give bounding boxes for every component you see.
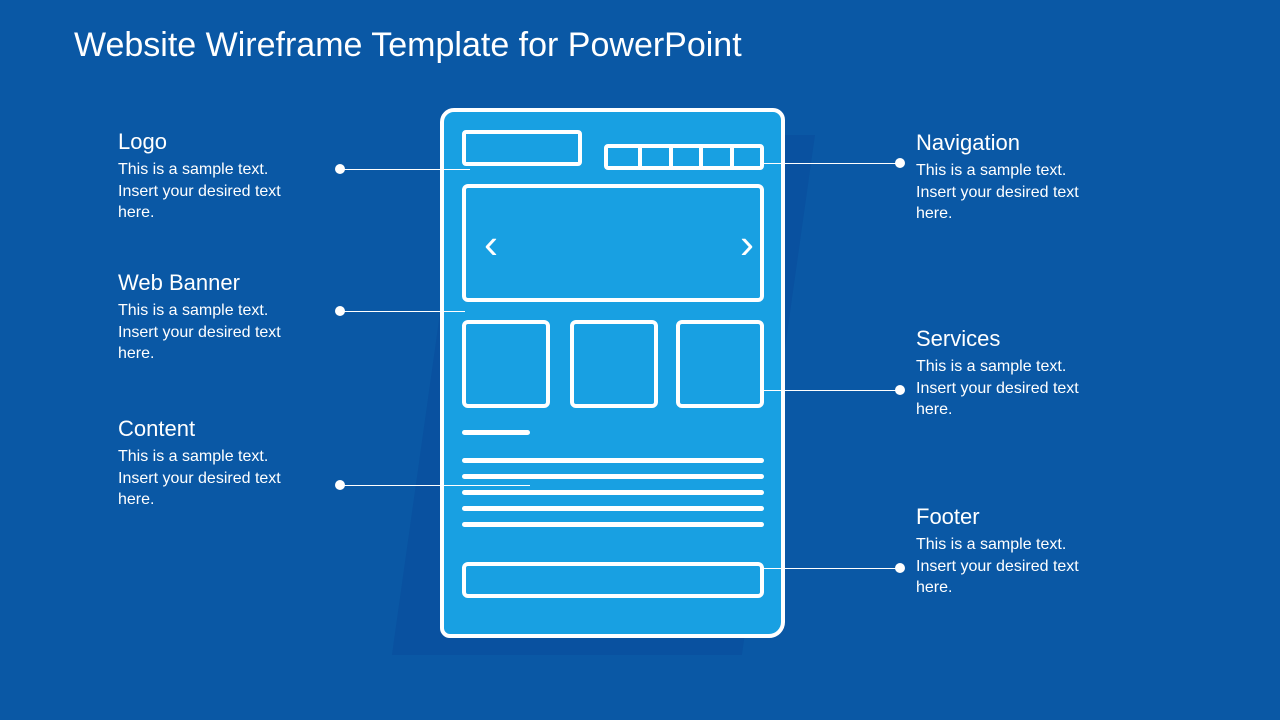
connector-line (340, 169, 470, 170)
connector-dot (895, 158, 905, 168)
callout-services-heading: Services (916, 326, 1166, 352)
connector-dot (895, 563, 905, 573)
connector-line (340, 311, 465, 312)
wireframe-logo-box (462, 130, 582, 166)
callout-footer-body: This is a sample text. Insert your desir… (916, 534, 1166, 599)
connector-dot (335, 480, 345, 490)
wireframe-content-line (462, 474, 764, 479)
callout-logo-body: This is a sample text. Insert your desir… (118, 159, 368, 224)
callout-navigation-heading: Navigation (916, 130, 1166, 156)
callout-navigation: Navigation This is a sample text. Insert… (916, 130, 1166, 225)
wireframe-content-line (462, 458, 764, 463)
chevron-left-icon: ‹ (484, 220, 498, 268)
connector-line (760, 390, 900, 391)
callout-footer: Footer This is a sample text. Insert you… (916, 504, 1166, 599)
chevron-right-icon: › (740, 220, 754, 268)
callout-footer-heading: Footer (916, 504, 1166, 530)
connector-line (760, 163, 900, 164)
callout-web-banner-heading: Web Banner (118, 270, 368, 296)
connector-line (340, 485, 530, 486)
wireframe-content-line (462, 506, 764, 511)
callout-services-body: This is a sample text. Insert your desir… (916, 356, 1166, 421)
wireframe-navbar (604, 144, 764, 170)
wireframe-service-box (570, 320, 658, 408)
callout-content-body: This is a sample text. Insert your desir… (118, 446, 368, 511)
wireframe-banner-box (462, 184, 764, 302)
callout-web-banner: Web Banner This is a sample text. Insert… (118, 270, 368, 365)
wireframe-page: ‹ › (440, 108, 785, 638)
slide-title: Website Wireframe Template for PowerPoin… (74, 26, 742, 65)
callout-logo: Logo This is a sample text. Insert your … (118, 129, 368, 224)
connector-dot (335, 306, 345, 316)
wireframe-content-heading-line (462, 430, 530, 435)
callout-web-banner-body: This is a sample text. Insert your desir… (118, 300, 368, 365)
callout-navigation-body: This is a sample text. Insert your desir… (916, 160, 1166, 225)
connector-line (760, 568, 900, 569)
connector-dot (335, 164, 345, 174)
connector-dot (895, 385, 905, 395)
wireframe-content-line (462, 522, 764, 527)
wireframe-content-line (462, 490, 764, 495)
callout-services: Services This is a sample text. Insert y… (916, 326, 1166, 421)
wireframe-footer-box (462, 562, 764, 598)
callout-content-heading: Content (118, 416, 368, 442)
wireframe-service-box (462, 320, 550, 408)
wireframe-service-box (676, 320, 764, 408)
callout-logo-heading: Logo (118, 129, 368, 155)
callout-content: Content This is a sample text. Insert yo… (118, 416, 368, 511)
